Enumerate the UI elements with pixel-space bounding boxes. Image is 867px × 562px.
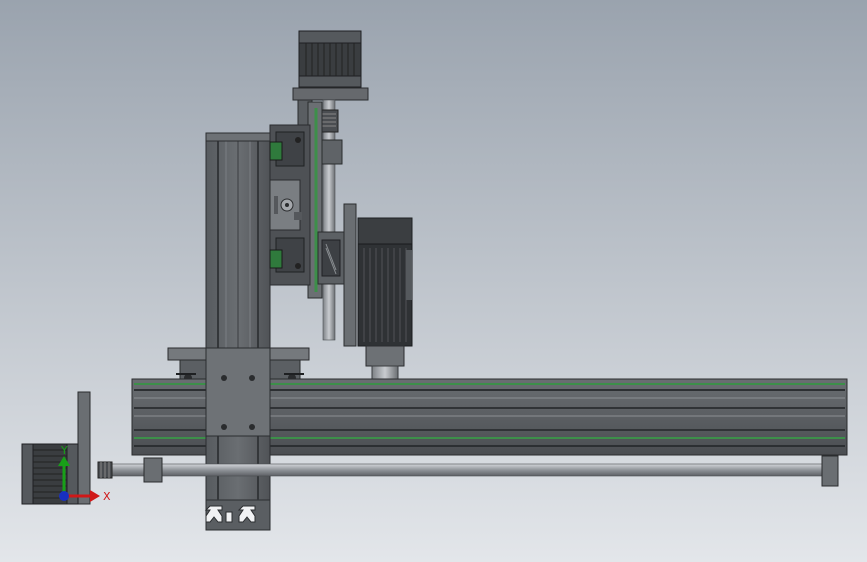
triad-y-label: Y: [60, 444, 68, 457]
z-coupler: [319, 109, 339, 133]
x-lead-screw: [103, 463, 829, 477]
spindle-slide-block: [317, 231, 345, 285]
column-end-profile: [204, 497, 271, 531]
cad-viewport[interactable]: Y X: [0, 0, 867, 562]
viewport-background: [0, 0, 867, 562]
triad-x-label: X: [103, 490, 111, 503]
z-lead-screw: [322, 99, 336, 341]
cad-model-view[interactable]: Y X: [0, 0, 867, 562]
z-center-bracket: [269, 179, 302, 231]
z-axis-dot: [59, 491, 69, 501]
x-screw-end-bearing-left: [143, 457, 163, 483]
x-screw-end-bearing-right: [821, 455, 839, 487]
z-stepper-motor[interactable]: [298, 30, 362, 88]
z-motor-mount-plate: [292, 87, 369, 101]
